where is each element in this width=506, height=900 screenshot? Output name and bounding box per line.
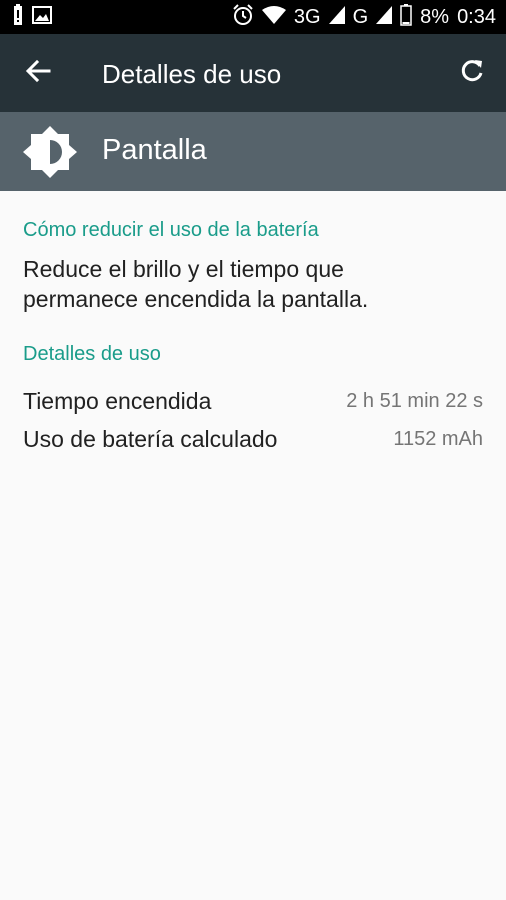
usage-row: Tiempo encendida 2 h 51 min 22 s [23,385,483,417]
usage-row-label: Tiempo encendida [23,387,212,414]
status-bar: 3G G 8% 0:34 [0,0,506,34]
brightness-icon [22,124,78,180]
back-button[interactable] [16,51,60,95]
battery-icon [400,3,412,31]
cell-signal-2-icon [376,5,393,29]
component-header: Pantalla [0,112,506,191]
app-bar: Detalles de uso [0,34,506,112]
wifi-icon [261,5,286,29]
usage-row-value: 2 h 51 min 22 s [346,389,483,412]
battery-alert-icon [12,3,24,31]
tips-text: Reduce el brillo y el tiempo que permane… [23,254,483,314]
alarm-icon [232,3,254,31]
tips-heading: Cómo reducir el uso de la batería [23,219,319,241]
refresh-button[interactable] [450,51,494,95]
page-title: Detalles de uso [102,59,282,89]
usage-row-value: 1152 mAh [393,427,483,450]
arrow-back-icon [25,58,51,89]
usage-row-label: Uso de batería calculado [23,425,278,452]
usage-row: Uso de batería calculado 1152 mAh [23,423,483,455]
refresh-icon [459,58,485,89]
usage-heading: Detalles de uso [23,343,161,365]
image-notification-icon [32,5,52,29]
clock: 0:34 [457,5,496,28]
component-title: Pantalla [102,134,207,166]
signal-3g-label: 3G [293,5,321,28]
tips-line: Reduce el brillo y el tiempo que [23,256,344,282]
battery-percent: 8% [420,5,450,28]
cell-signal-icon [328,5,345,29]
tips-line: permanece encendida la pantalla. [23,286,369,312]
signal-g-label: G [352,5,369,28]
